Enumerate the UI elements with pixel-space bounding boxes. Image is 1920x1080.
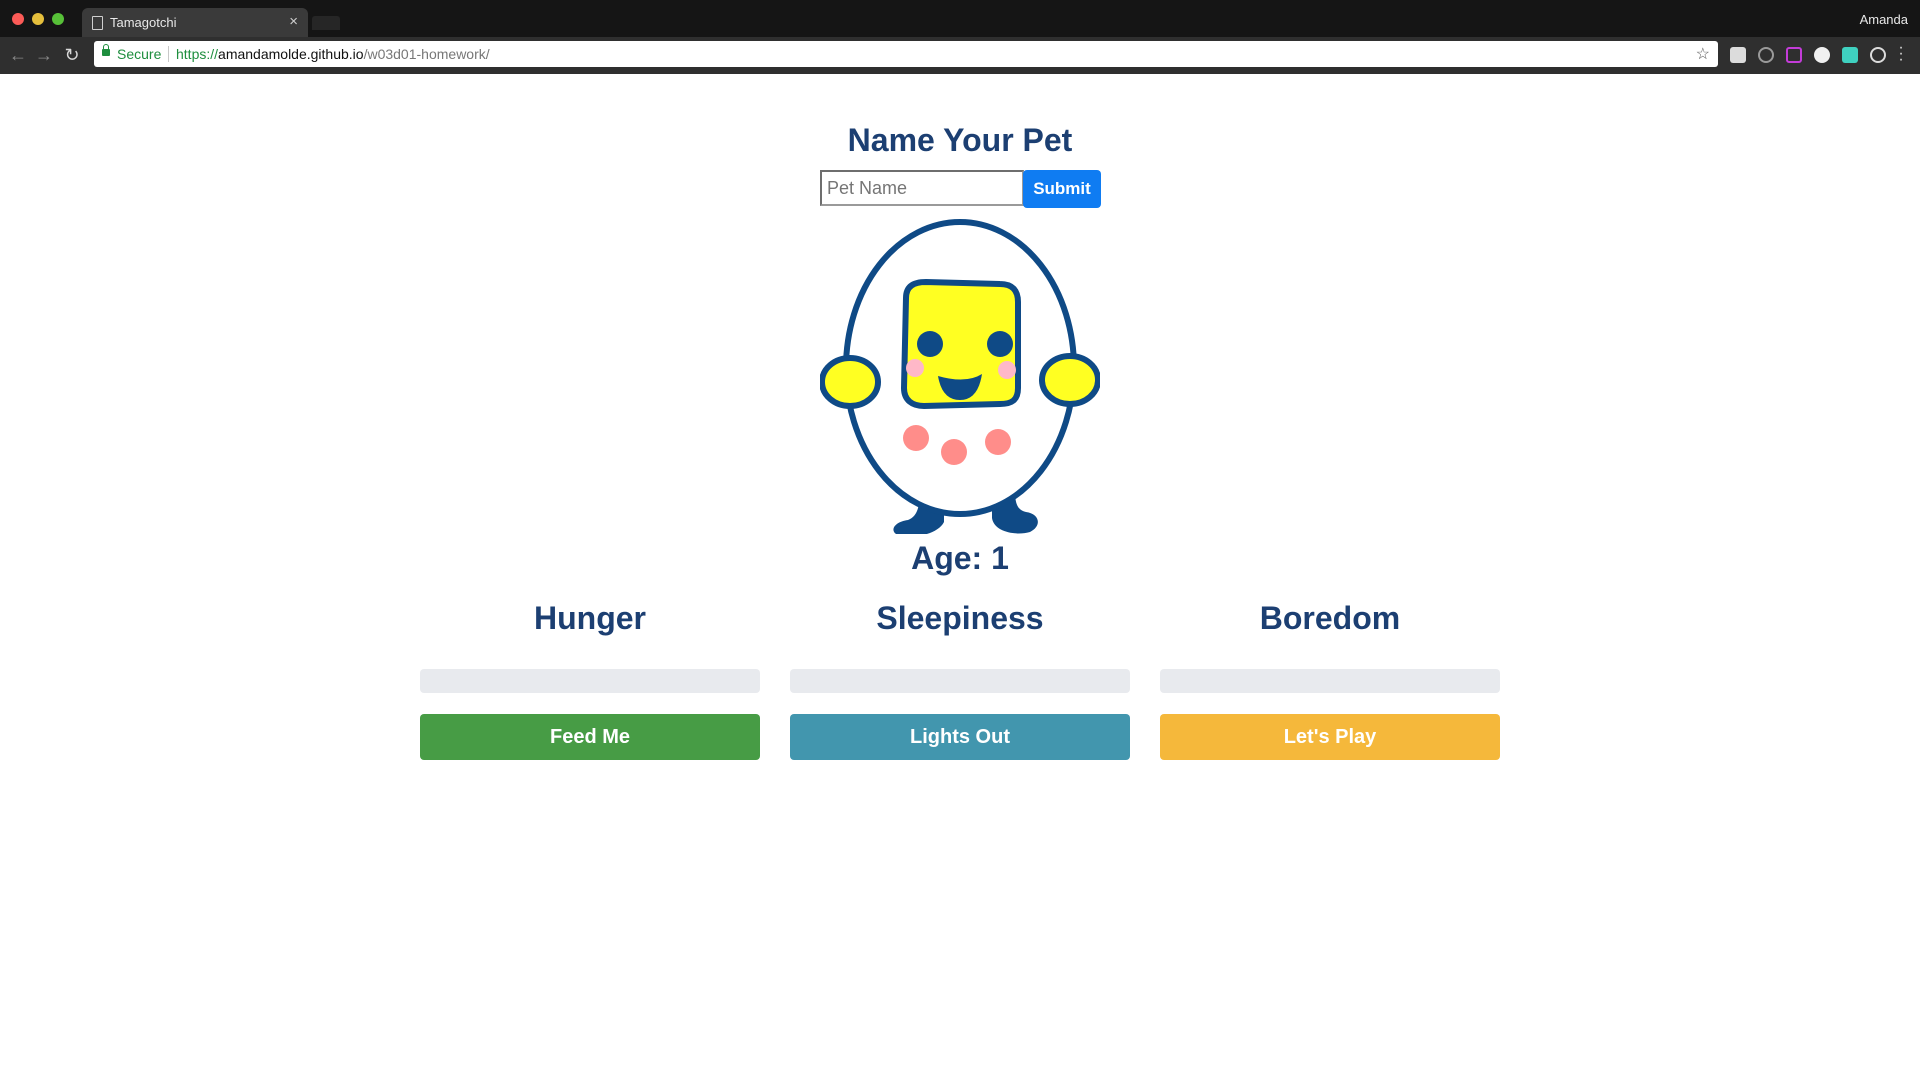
url-host: amandamolde.github.io	[218, 46, 364, 62]
back-arrow-icon[interactable]: ←	[6, 43, 30, 67]
reload-icon[interactable]: ↻	[60, 43, 84, 67]
boredom-panel: Boredom Let's Play	[1160, 598, 1500, 760]
pet-name-form: Submit	[820, 170, 1101, 208]
close-window-button[interactable]	[12, 13, 24, 25]
page-content: Name Your Pet Submit Age: 1 Hunger Feed …	[0, 74, 1920, 1080]
url-scheme: https://	[176, 46, 219, 62]
page-icon	[92, 16, 103, 30]
url-text[interactable]: https://amandamolde.github.io/w03d01-hom…	[176, 46, 490, 62]
tamagotchi-pet-image	[820, 219, 1100, 534]
address-divider	[168, 46, 169, 62]
browser-menu-icon[interactable]: · · ·	[1896, 40, 1906, 68]
title-bar: Tamagotchi × Amanda	[0, 0, 1920, 37]
extension-icon[interactable]	[1786, 47, 1802, 63]
address-bar[interactable]: Secure https://amandamolde.github.io/w03…	[94, 41, 1718, 67]
pet-name-input[interactable]	[820, 170, 1024, 206]
sleepiness-title: Sleepiness	[876, 600, 1044, 636]
extension-icon[interactable]	[1842, 47, 1858, 63]
sleepiness-panel: Sleepiness Lights Out	[790, 598, 1130, 760]
sleepiness-progress-bar	[790, 669, 1130, 693]
profile-name[interactable]: Amanda	[1860, 12, 1908, 27]
maximize-window-button[interactable]	[52, 13, 64, 25]
boredom-title: Boredom	[1259, 600, 1401, 636]
hunger-progress-bar	[420, 669, 760, 693]
lock-icon	[102, 44, 110, 56]
url-path: /w03d01-homework/	[363, 46, 490, 62]
react-devtools-icon[interactable]	[1870, 47, 1886, 63]
extension-icon[interactable]	[1758, 47, 1774, 63]
minimize-window-button[interactable]	[32, 13, 44, 25]
browser-chrome: Tamagotchi × Amanda ← → ↻ Secure https:/…	[0, 0, 1920, 74]
browser-toolbar: ← → ↻ Secure https://amandamolde.github.…	[0, 37, 1920, 74]
new-tab-button[interactable]	[312, 16, 340, 30]
submit-button[interactable]: Submit	[1023, 170, 1101, 208]
secure-label: Secure	[117, 46, 162, 62]
lights-out-button[interactable]: Lights Out	[790, 714, 1130, 760]
bookmark-star-icon[interactable]: ☆	[1696, 44, 1710, 64]
close-tab-icon[interactable]: ×	[289, 13, 298, 30]
feed-me-button[interactable]: Feed Me	[420, 714, 760, 760]
lets-play-button[interactable]: Let's Play	[1160, 714, 1500, 760]
boredom-progress-bar	[1160, 669, 1500, 693]
hunger-title: Hunger	[534, 600, 646, 636]
hunger-panel: Hunger Feed Me	[420, 598, 760, 760]
pet-age: Age: 1	[911, 540, 1009, 576]
extension-icon[interactable]	[1814, 47, 1830, 63]
forward-arrow-icon[interactable]: →	[32, 43, 56, 67]
name-your-pet-heading: Name Your Pet	[847, 122, 1073, 158]
tab-title: Tamagotchi	[110, 15, 177, 30]
extension-icon[interactable]	[1730, 47, 1746, 63]
browser-tab[interactable]: Tamagotchi ×	[82, 8, 308, 37]
